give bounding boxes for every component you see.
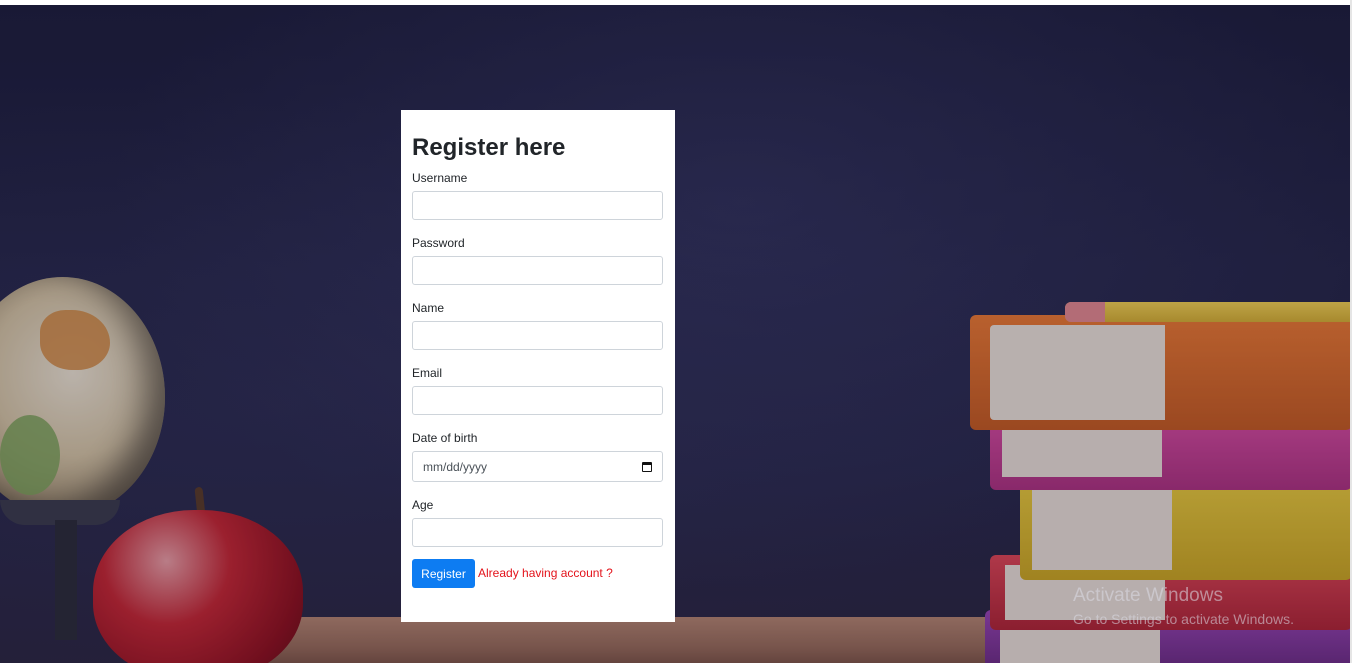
password-input[interactable] [412, 256, 663, 285]
login-link[interactable]: Already having account ? [478, 566, 613, 580]
background-overlay [0, 5, 1350, 663]
email-input[interactable] [412, 386, 663, 415]
date-of-birth-placeholder: mm/dd/yyyy [423, 459, 488, 474]
password-label: Password [412, 236, 465, 250]
name-label: Name [412, 301, 445, 315]
date-of-birth-label: Date of birth [412, 431, 478, 445]
watermark-subtitle: Go to Settings to activate Windows. [1073, 611, 1294, 627]
form-title: Register here [412, 134, 566, 161]
username-label: Username [412, 171, 468, 185]
calendar-icon[interactable] [642, 461, 652, 472]
name-input[interactable] [412, 321, 663, 350]
register-button[interactable]: Register [412, 559, 475, 588]
date-of-birth-input[interactable]: mm/dd/yyyy [412, 451, 663, 482]
age-label: Age [412, 498, 434, 512]
age-input[interactable] [412, 518, 663, 547]
username-input[interactable] [412, 191, 663, 220]
background-image [0, 5, 1350, 663]
email-label: Email [412, 366, 443, 380]
activate-windows-watermark: Activate Windows Go to Settings to activ… [1073, 585, 1294, 629]
register-form: Register here Username Password Name Ema… [401, 110, 675, 622]
watermark-title: Activate Windows [1073, 585, 1223, 606]
